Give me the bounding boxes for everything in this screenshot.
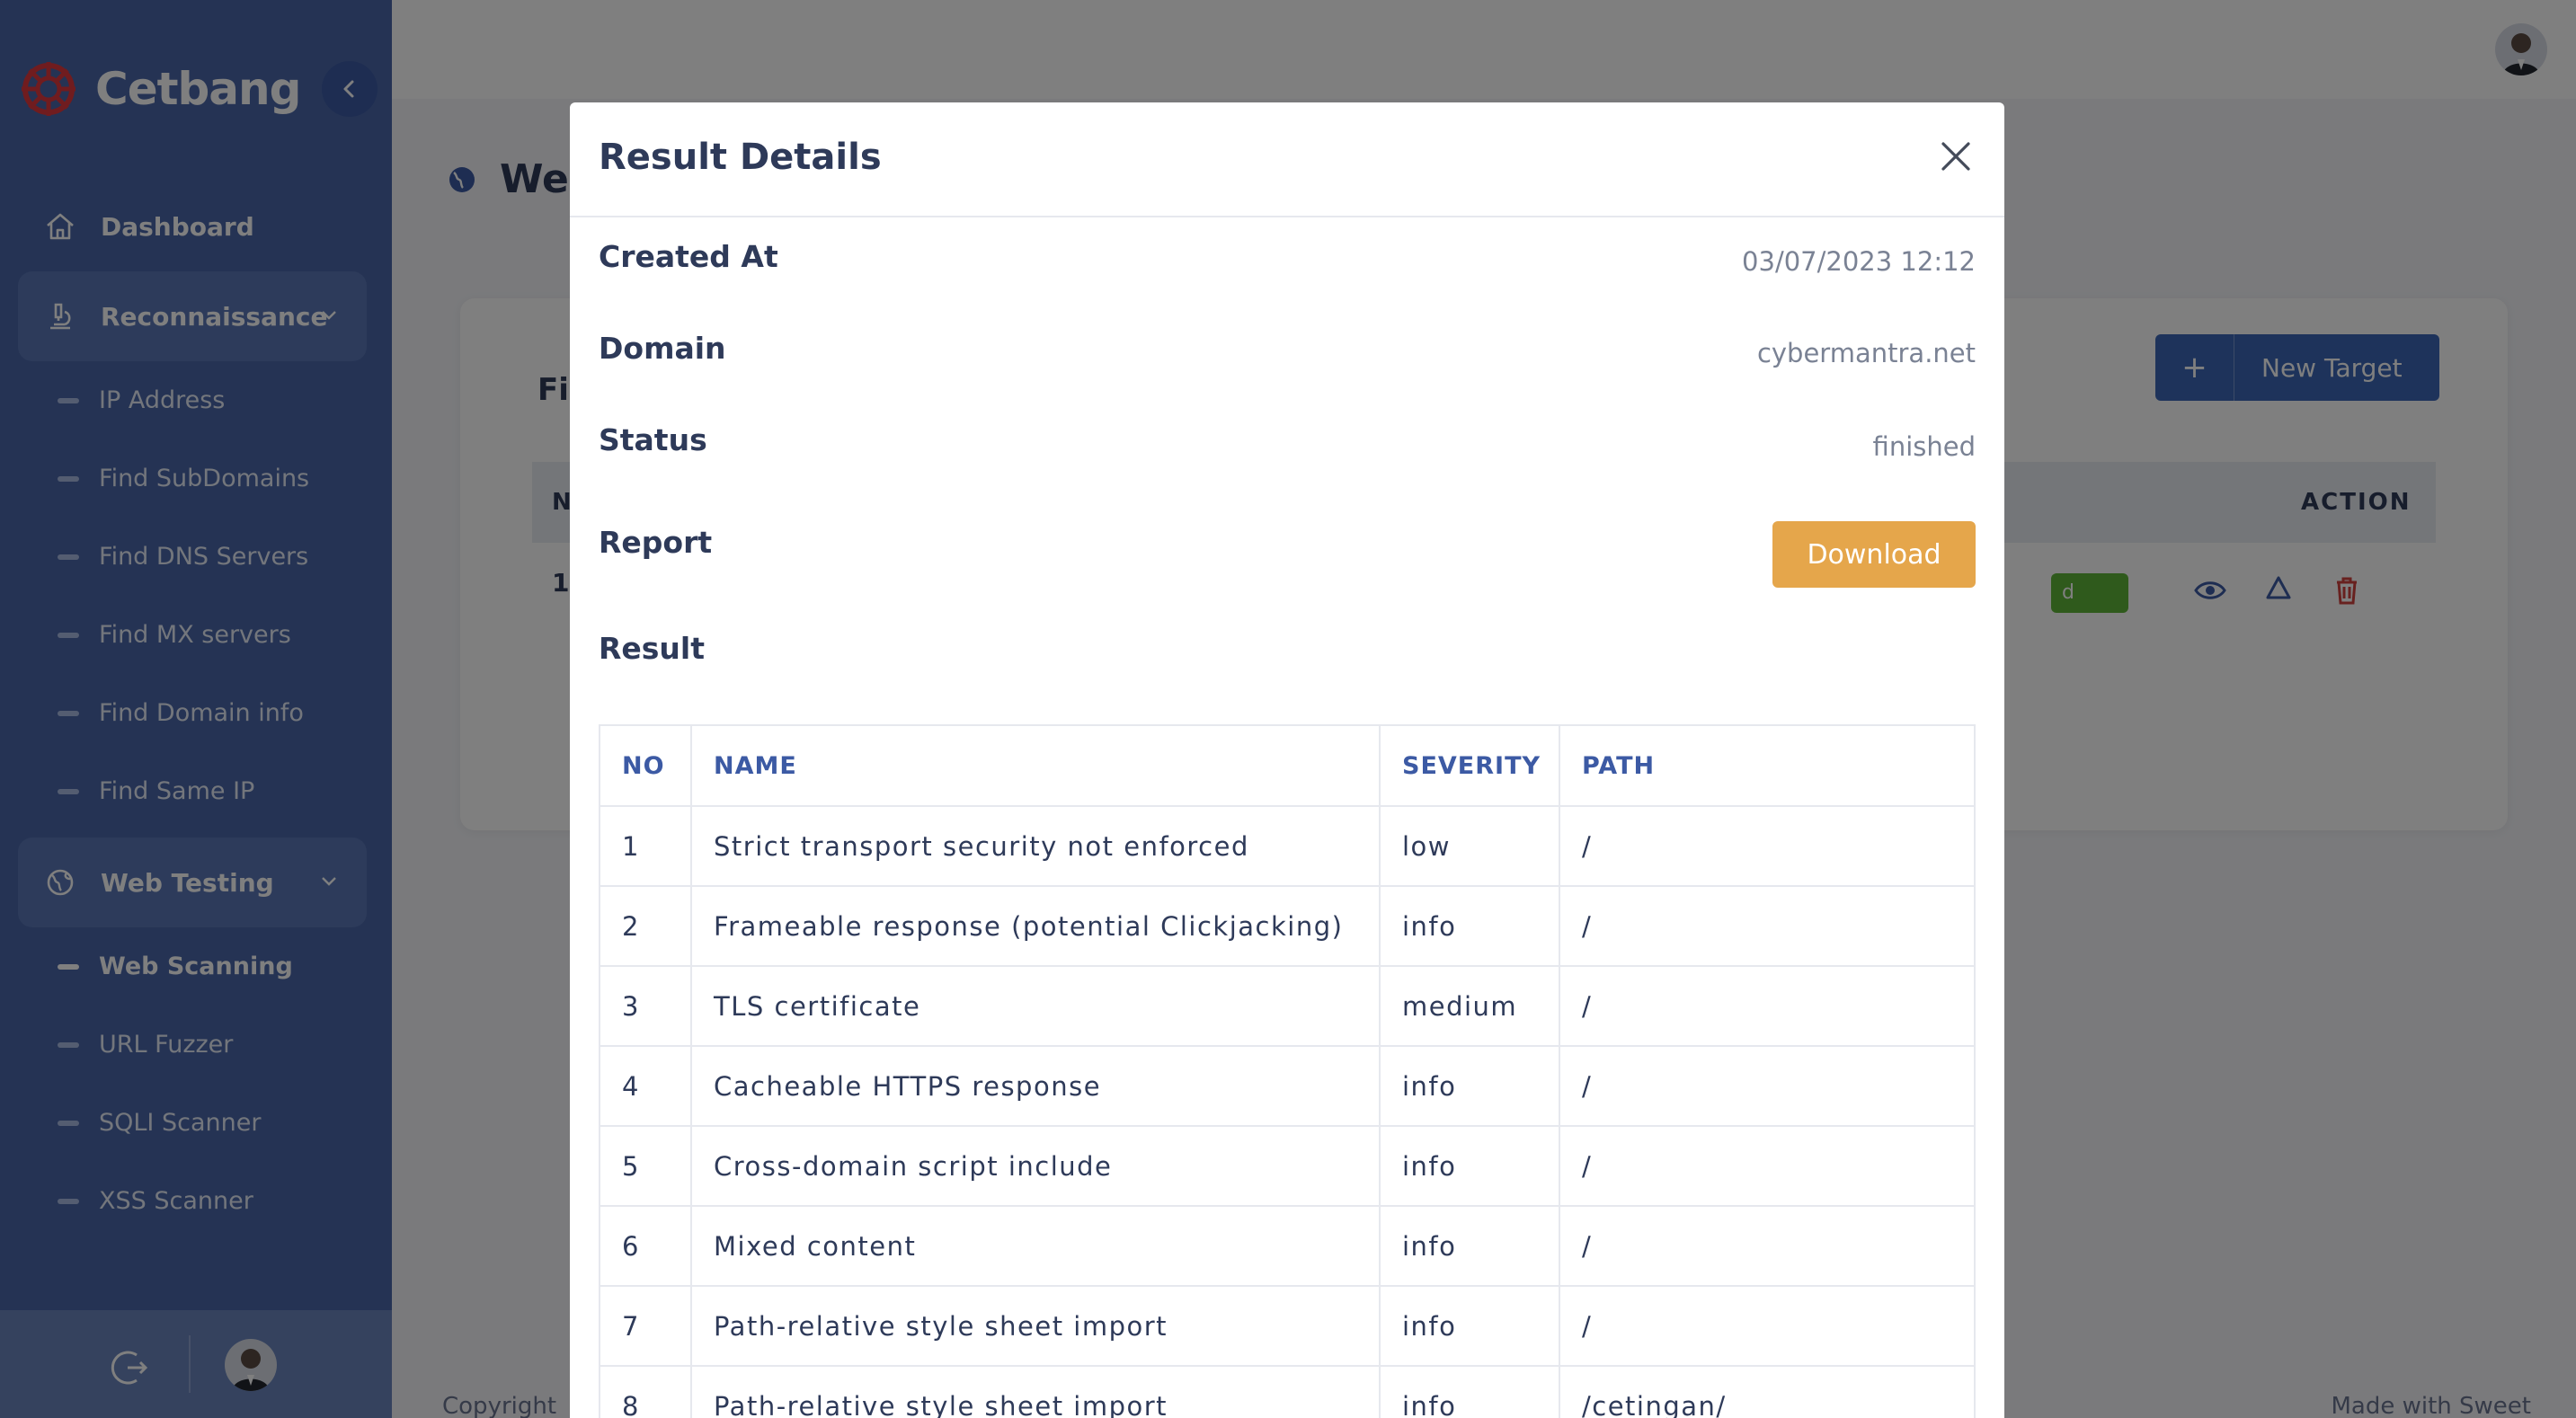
- cell-name: Cacheable HTTPS response: [690, 1045, 1381, 1127]
- column-header-path: PATH: [1559, 724, 1976, 807]
- modal-header: Result Details: [570, 102, 2004, 217]
- cell-severity: info: [1379, 1205, 1560, 1287]
- cell-name: Frameable response (potential Clickjacki…: [690, 885, 1381, 967]
- cell-path: /: [1559, 1045, 1976, 1127]
- cell-severity: low: [1379, 805, 1560, 887]
- cell-name: TLS certificate: [690, 965, 1381, 1047]
- cell-severity: medium: [1379, 965, 1560, 1047]
- download-button[interactable]: Download: [1772, 521, 1976, 588]
- cell-path: /: [1559, 805, 1976, 887]
- cell-severity: info: [1379, 1125, 1560, 1207]
- domain-value: cybermantra.net: [1756, 338, 1976, 368]
- table-row: 2 Frameable response (potential Clickjac…: [599, 885, 1976, 967]
- cell-severity: info: [1379, 1045, 1560, 1127]
- cell-no: 5: [599, 1125, 692, 1207]
- report-label: Report: [599, 525, 713, 560]
- cell-path: /: [1559, 1125, 1976, 1207]
- detail-report: Report Download: [599, 521, 1976, 589]
- cell-severity: info: [1379, 1285, 1560, 1367]
- cell-name: Mixed content: [690, 1205, 1381, 1287]
- cell-path: /: [1559, 1285, 1976, 1367]
- close-button[interactable]: [1932, 133, 1979, 180]
- cell-name: Path-relative style sheet import: [690, 1285, 1381, 1367]
- result-label: Result: [599, 631, 706, 666]
- table-row: 6 Mixed content info /: [599, 1205, 1976, 1287]
- result-table: NO NAME SEVERITY PATH 1 Strict transport…: [599, 724, 1976, 1418]
- table-row: 3 TLS certificate medium /: [599, 965, 1976, 1047]
- cell-no: 1: [599, 805, 692, 887]
- status-label: Status: [599, 422, 707, 457]
- table-row: 8 Path-relative style sheet import info …: [599, 1365, 1976, 1418]
- result-details-modal: Result Details Created At 03/07/2023 12:…: [570, 102, 2004, 1418]
- cell-no: 7: [599, 1285, 692, 1367]
- table-header-row: NO NAME SEVERITY PATH: [599, 724, 1976, 807]
- table-row: 5 Cross-domain script include info /: [599, 1125, 1976, 1207]
- column-header-name: NAME: [690, 724, 1381, 807]
- cell-name: Cross-domain script include: [690, 1125, 1381, 1207]
- domain-label: Domain: [599, 331, 726, 366]
- detail-created-at: Created At 03/07/2023 12:12: [599, 239, 1976, 284]
- column-header-severity: SEVERITY: [1379, 724, 1560, 807]
- created-at-value: 03/07/2023 12:12: [1742, 246, 1976, 277]
- table-row: 4 Cacheable HTTPS response info /: [599, 1045, 1976, 1127]
- cell-no: 6: [599, 1205, 692, 1287]
- cell-name: Path-relative style sheet import: [690, 1365, 1381, 1418]
- cell-no: 2: [599, 885, 692, 967]
- column-header-no: NO: [599, 724, 692, 807]
- cell-path: /: [1559, 965, 1976, 1047]
- cell-name: Strict transport security not enforced: [690, 805, 1381, 887]
- detail-domain: Domain cybermantra.net: [599, 331, 1976, 376]
- cell-severity: info: [1379, 885, 1560, 967]
- cell-no: 8: [599, 1365, 692, 1418]
- detail-result: Result: [599, 631, 1976, 676]
- cell-no: 3: [599, 965, 692, 1047]
- cell-path: /cetingan/: [1559, 1365, 1976, 1418]
- cell-no: 4: [599, 1045, 692, 1127]
- cell-path: /: [1559, 1205, 1976, 1287]
- cell-path: /: [1559, 885, 1976, 967]
- created-at-label: Created At: [599, 239, 778, 274]
- modal-title: Result Details: [599, 137, 882, 178]
- status-value: finished: [1872, 431, 1976, 462]
- table-row: 1 Strict transport security not enforced…: [599, 805, 1976, 887]
- detail-status: Status finished: [599, 422, 1976, 467]
- cell-severity: info: [1379, 1365, 1560, 1418]
- close-icon: [1941, 142, 1970, 171]
- table-row: 7 Path-relative style sheet import info …: [599, 1285, 1976, 1367]
